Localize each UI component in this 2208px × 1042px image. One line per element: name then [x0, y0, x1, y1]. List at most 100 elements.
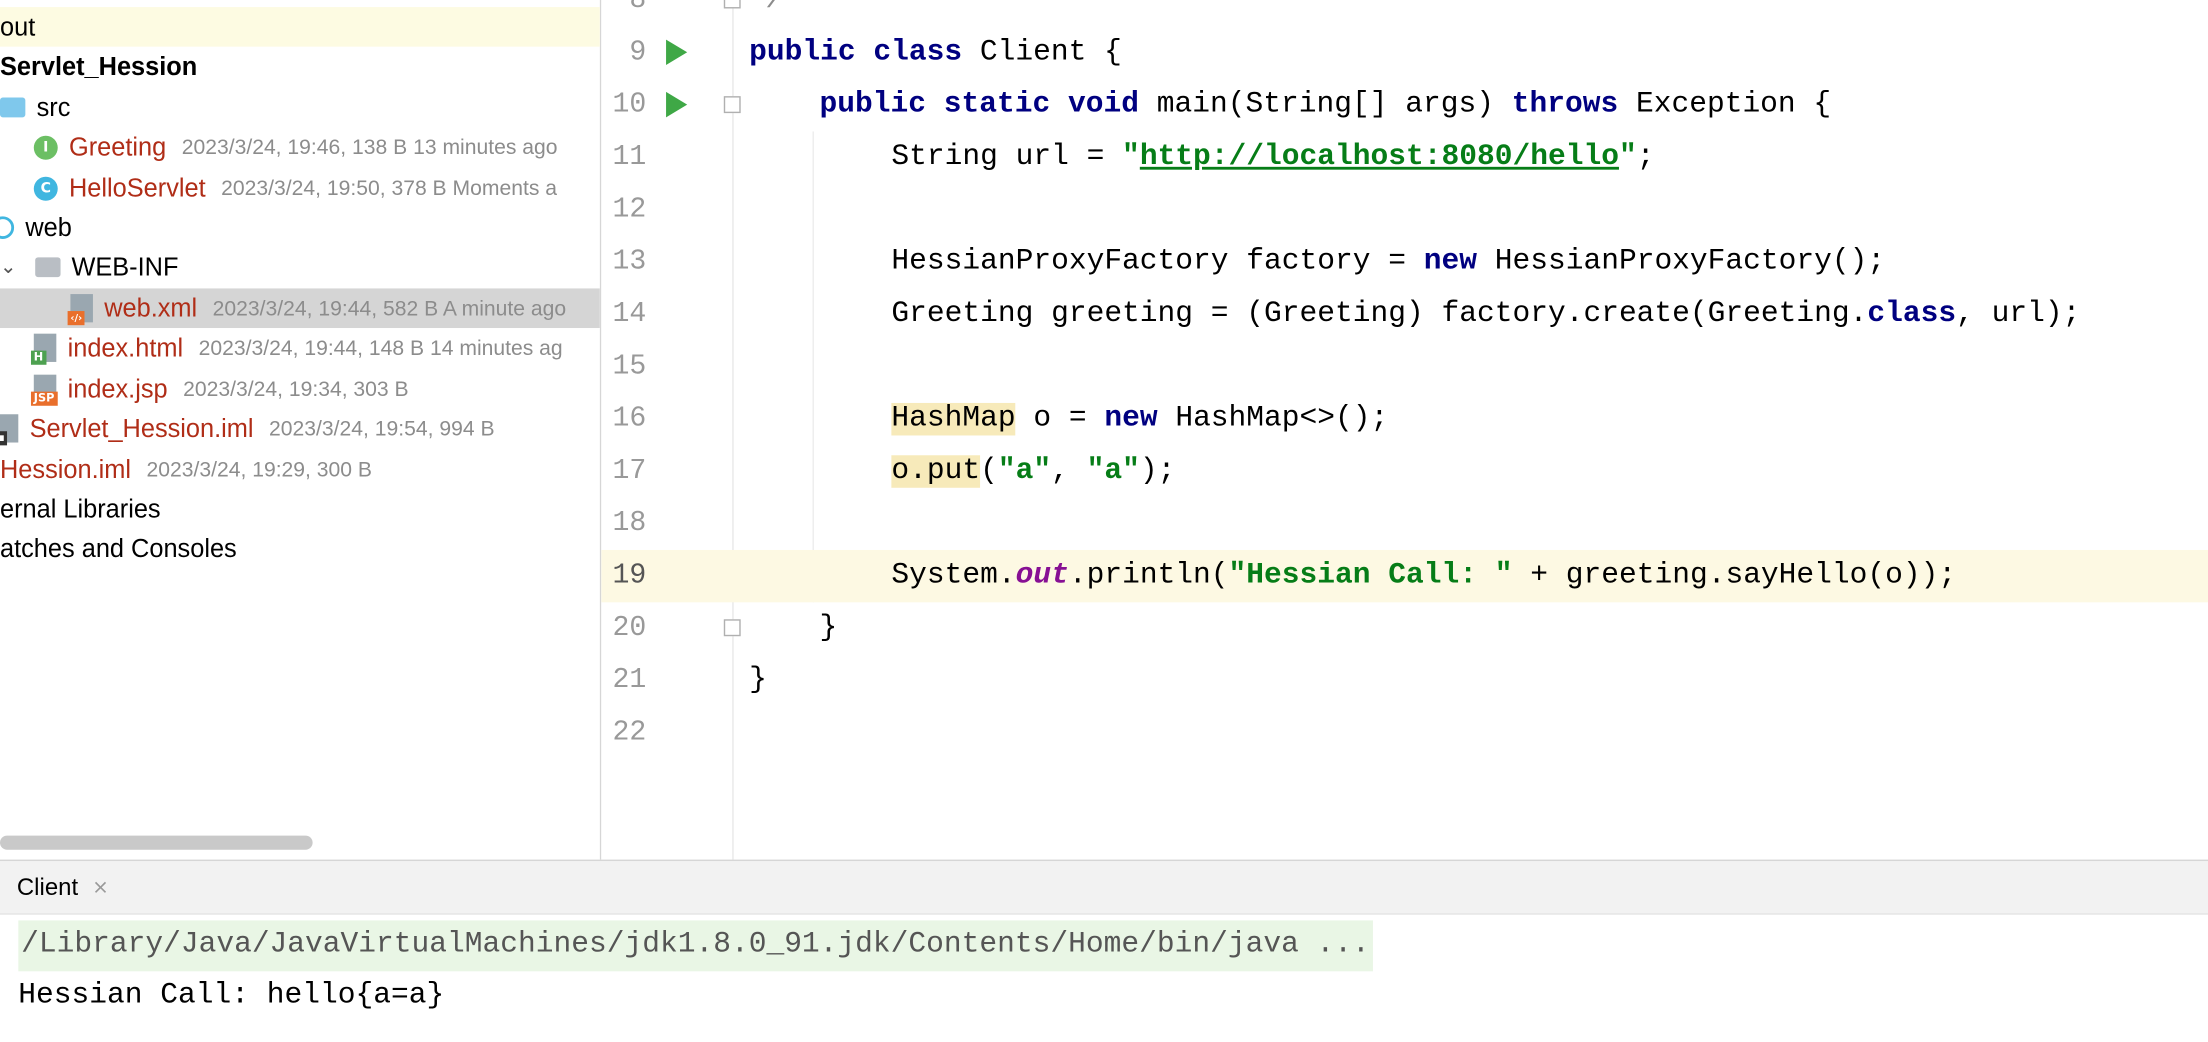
project-tree: out Servlet_Hession src I Greeting 2023/… [0, 0, 602, 860]
console-command-line[interactable]: /Library/Java/JavaVirtualMachines/jdk1.8… [18, 920, 1373, 972]
tree-item-label: Hession.iml [0, 454, 132, 483]
code-text: } [819, 612, 838, 645]
code-line[interactable]: 22 [601, 707, 2208, 759]
tree-item-label: ernal Libraries [0, 494, 161, 523]
tree-item-label: web.xml [104, 293, 198, 322]
xml-file-icon: ‹/› [67, 294, 93, 326]
code-line[interactable]: 16 HashMap o = new HashMap<>(); [601, 393, 2208, 445]
code-comment: */ [749, 0, 785, 17]
code-line-current[interactable]: 19 System.out.println("Hessian Call: " +… [601, 549, 2208, 603]
code-line[interactable]: 12 [601, 184, 2208, 236]
code-line[interactable]: 15 [601, 341, 2208, 393]
line-number: 10 [612, 89, 647, 122]
tree-item-label: index.html [67, 332, 184, 362]
tree-item-src[interactable]: src [0, 88, 600, 128]
line-number: 18 [612, 507, 647, 541]
code-line[interactable]: 20 } [601, 602, 2208, 654]
console-output: Hessian Call: hello{a=a} [18, 979, 445, 1013]
close-icon[interactable]: × [92, 877, 109, 900]
file-meta: 2023/3/24, 19:44, 148 B 14 minutes ag [198, 335, 563, 360]
chevron-down-icon[interactable]: ⌄ [0, 256, 17, 279]
ide-window: out Servlet_Hession src I Greeting 2023/… [0, 0, 2208, 1042]
tab-client-run[interactable]: Client × [0, 861, 109, 915]
tree-item-index-html[interactable]: H index.html 2023/3/24, 19:44, 148 B 14 … [0, 328, 600, 368]
code-text: HessianProxyFactory factory = new Hessia… [891, 246, 1886, 279]
folder-icon [0, 97, 26, 118]
run-tab-label: Client [16, 873, 79, 901]
code-line[interactable]: 8 */ [601, 0, 2208, 27]
code-text: System.out.println("Hessian Call: " + gr… [891, 559, 1957, 593]
line-number: 21 [612, 664, 647, 698]
code-text: o.put("a", "a"); [891, 455, 1176, 488]
code-text: String url = "http://localhost:8080/hell… [891, 141, 1655, 174]
tree-item-label: index.jsp [67, 373, 168, 403]
tree-item-label: HelloServlet [68, 173, 206, 202]
tree-item-greeting[interactable]: I Greeting 2023/3/24, 19:46, 138 B 13 mi… [0, 127, 600, 167]
line-number: 15 [612, 350, 647, 384]
tree-item-external-libraries[interactable]: ernal Libraries [0, 489, 600, 529]
url-link[interactable]: http://localhost:8080/hello [1140, 141, 1619, 174]
folder-icon [34, 257, 61, 278]
line-number: 22 [612, 716, 647, 750]
code-line[interactable]: 18 [601, 498, 2208, 550]
code-line[interactable]: 21 } [601, 655, 2208, 707]
tree-item-label: src [36, 92, 71, 121]
tree-item-index-jsp[interactable]: JSP index.jsp 2023/3/24, 19:34, 303 B [0, 369, 600, 409]
line-number: 19 [612, 559, 647, 593]
tree-item-label: Servlet_Hession [0, 51, 198, 80]
tree-item-label: WEB-INF [71, 252, 179, 281]
run-icon[interactable] [666, 39, 688, 66]
tree-item-label: atches and Consoles [0, 533, 237, 563]
file-meta: 2023/3/24, 19:54, 994 B [269, 416, 495, 441]
run-icon[interactable] [666, 91, 688, 118]
code-line[interactable]: 14 Greeting greeting = (Greeting) factor… [601, 288, 2208, 340]
file-meta: 2023/3/24, 19:29, 300 B [146, 457, 372, 482]
line-number: 13 [612, 246, 647, 279]
line-number: 8 [629, 0, 647, 17]
horizontal-scrollbar[interactable] [0, 835, 313, 850]
line-number: 11 [612, 141, 647, 174]
tree-item-out[interactable]: out [0, 7, 600, 47]
code-line[interactable]: 17 o.put("a", "a"); [601, 445, 2208, 497]
tree-item-module-iml[interactable]: ▪ Servlet_Hession.iml 2023/3/24, 19:54, … [0, 409, 600, 449]
tree-item-web[interactable]: web [0, 208, 600, 248]
tree-item-hession-iml[interactable]: Hession.iml 2023/3/24, 19:29, 300 B [0, 450, 600, 490]
fold-icon[interactable] [723, 619, 741, 637]
tree-item-scratches[interactable]: atches and Consoles [0, 529, 600, 569]
line-number: 9 [629, 36, 647, 70]
file-meta: 2023/3/24, 19:50, 378 B Moments a [221, 176, 557, 201]
code-line[interactable]: 11 String url = "http://localhost:8080/h… [601, 131, 2208, 183]
tree-item-hello-servlet[interactable]: C HelloServlet 2023/3/24, 19:50, 378 B M… [0, 168, 600, 208]
code-text: HashMap o = new HashMap<>(); [891, 402, 1389, 436]
fold-icon[interactable] [723, 0, 741, 9]
web-folder-icon [0, 216, 15, 239]
fold-icon[interactable] [723, 96, 741, 114]
code-text: public static void main(String[] args) t… [819, 89, 1832, 122]
file-meta: 2023/3/24, 19:34, 303 B [183, 376, 409, 401]
line-number: 14 [612, 298, 647, 331]
tree-item-label: web [25, 212, 72, 242]
code-text: public class Client { [749, 36, 1122, 70]
code-line[interactable]: 13 HessianProxyFactory factory = new Hes… [601, 236, 2208, 288]
tree-item-web-xml[interactable]: ‹/› web.xml 2023/3/24, 19:44, 582 B A mi… [0, 288, 600, 329]
code-line[interactable]: 10 public static void main(String[] args… [601, 79, 2208, 131]
line-number: 16 [612, 402, 647, 436]
interface-icon: I [33, 135, 58, 160]
run-tool-window-header: Client × [0, 859, 2208, 915]
tree-item-web-inf[interactable]: ⌄ WEB-INF [0, 247, 600, 287]
iml-file-icon: ▪ [0, 414, 19, 446]
code-text: } [749, 664, 767, 698]
tree-item-module[interactable]: Servlet_Hession [0, 47, 600, 87]
jsp-file-icon: JSP [30, 374, 58, 406]
line-number: 17 [612, 455, 647, 488]
code-line[interactable]: 9 public class Client { [601, 27, 2208, 79]
run-console[interactable]: /Library/Java/JavaVirtualMachines/jdk1.8… [0, 914, 2208, 1042]
code-editor[interactable]: 8 */ 9 public class Client { 10 public s… [601, 0, 2208, 860]
line-number: 12 [612, 193, 647, 227]
tree-item-label: Greeting [68, 132, 167, 161]
code-text: Greeting greeting = (Greeting) factory.c… [891, 298, 2081, 331]
html-file-icon: H [30, 333, 57, 365]
file-meta: 2023/3/24, 19:46, 138 B 13 minutes ago [181, 135, 558, 160]
line-number: 20 [612, 612, 647, 645]
tree-item-label: out [0, 12, 36, 41]
